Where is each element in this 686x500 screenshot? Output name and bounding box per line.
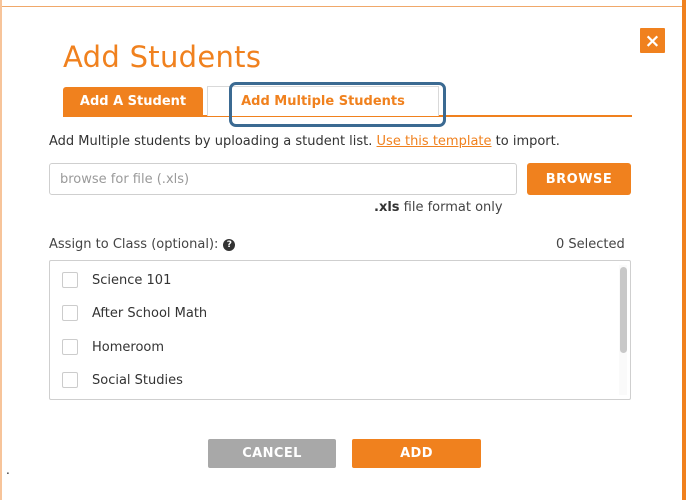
file-format-note: .xls file format only [374, 200, 503, 215]
question-circle-icon[interactable]: ? [223, 238, 236, 251]
cancel-button[interactable]: CANCEL [208, 439, 336, 468]
use-template-link[interactable]: Use this template [377, 134, 492, 149]
assign-class-label: Assign to Class (optional):? [49, 237, 236, 252]
tab-add-multiple-students[interactable]: Add Multiple Students [207, 86, 439, 116]
window-right-border [682, 0, 686, 500]
class-name: Homeroom [92, 339, 165, 355]
file-browse-input[interactable] [49, 163, 517, 195]
class-name: After School Math [92, 305, 208, 321]
window-top-border [0, 0, 686, 7]
checkbox[interactable] [62, 305, 78, 321]
window-left-border [0, 0, 2, 500]
class-name: Social Studies [92, 372, 183, 388]
checkbox[interactable] [62, 339, 78, 355]
list-item-homeroom[interactable]: Homeroom [62, 339, 164, 355]
list-item-science-101[interactable]: Science 101 [62, 272, 171, 288]
format-extension: .xls [374, 200, 400, 215]
list-item-after-school-math[interactable]: After School Math [62, 305, 207, 321]
modal-title: Add Students [63, 40, 262, 74]
description-suffix: to import. [491, 134, 560, 149]
tab-add-a-student[interactable]: Add A Student [63, 87, 203, 116]
assign-label-text: Assign to Class (optional): [49, 237, 219, 252]
add-button[interactable]: ADD [352, 439, 481, 468]
stray-dot: . [6, 463, 10, 477]
checkbox[interactable] [62, 272, 78, 288]
description-text: Add Multiple students by uploading a stu… [49, 134, 377, 149]
scrollbar-thumb[interactable] [620, 267, 627, 353]
class-list[interactable]: Science 101 After School Math Homeroom S… [49, 260, 631, 400]
list-item-social-studies[interactable]: Social Studies [62, 372, 183, 388]
upload-description: Add Multiple students by uploading a stu… [49, 134, 560, 149]
close-icon[interactable]: × [640, 28, 665, 53]
format-note-text: file format only [399, 200, 503, 215]
class-name: Science 101 [92, 272, 172, 288]
checkbox[interactable] [62, 372, 78, 388]
selected-count: 0 Selected [556, 237, 625, 252]
browse-button[interactable]: BROWSE [527, 163, 631, 195]
